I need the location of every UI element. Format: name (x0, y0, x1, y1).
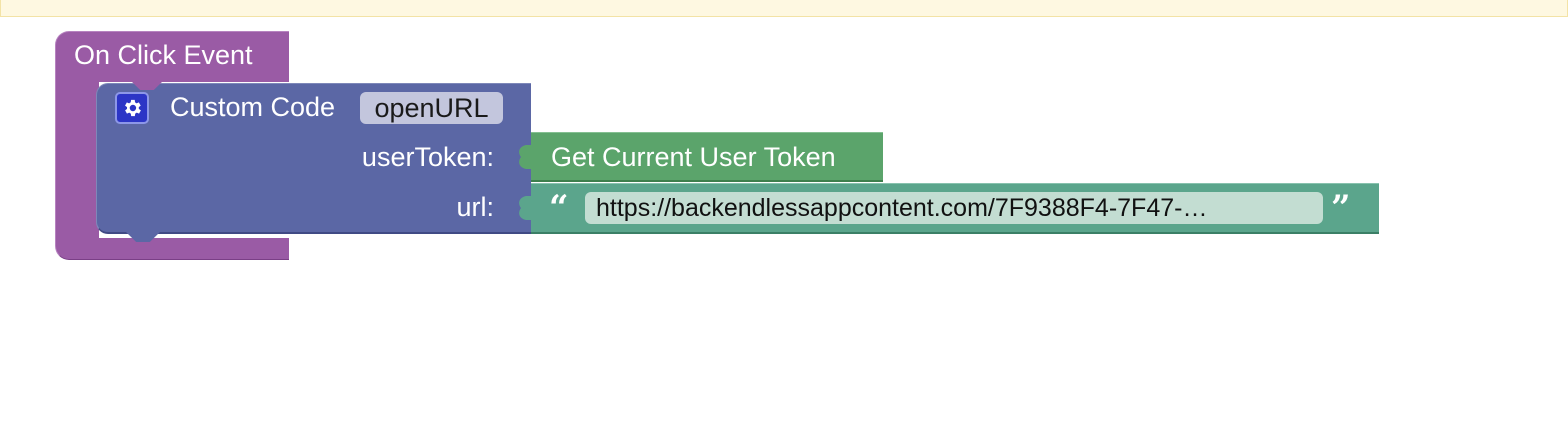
arg-label-url: url: (456, 192, 494, 222)
input-connector (519, 145, 534, 169)
mutator-gear-button[interactable] (115, 92, 149, 124)
custom-code-label: Custom Code (170, 92, 336, 122)
on-click-event-block-body[interactable] (55, 80, 99, 240)
get-token-label: Get Current User Token (551, 142, 836, 172)
arg-label-usertoken: userToken: (361, 142, 494, 172)
on-click-event-block-footer[interactable] (55, 238, 289, 260)
gear-icon (125, 99, 141, 117)
close-quote-icon: ” (1331, 188, 1351, 228)
blockly-workspace[interactable]: On Click Event Custom Code openURL userT… (0, 0, 1568, 442)
event-block-label: On Click Event (74, 40, 253, 70)
open-quote-icon: “ (549, 188, 569, 228)
url-text-field[interactable]: https://backendlessappcontent.com/7F9388… (585, 192, 1323, 224)
input-connector (519, 196, 534, 220)
function-name-field[interactable]: openURL (360, 92, 503, 124)
